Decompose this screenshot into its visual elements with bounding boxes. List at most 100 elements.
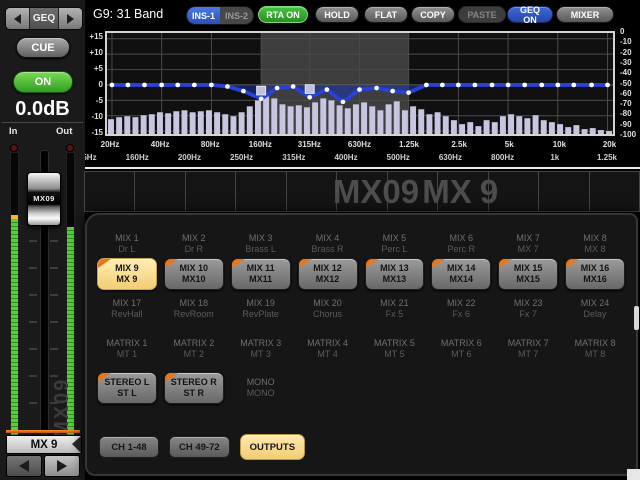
hold-button[interactable]: HOLD (315, 6, 359, 23)
channel-label-mix-23: MIX 23Fx 7 (498, 295, 558, 323)
tick-label: +15 (84, 32, 103, 41)
channel-label-mix-21: MIX 21Fx 5 (365, 295, 425, 323)
underlying-screen-fragment (627, 469, 640, 480)
channel-l2: MX16 (583, 274, 607, 285)
channel-prev-button[interactable] (6, 455, 42, 477)
geq-rta-plot[interactable] (107, 33, 613, 134)
selected-channel-sidebar: GEQ CUE ON 0.0dB In Out MX09 MX09 MX 9 (0, 0, 86, 480)
tab-ch-49-72[interactable]: CH 49-72 (169, 436, 230, 458)
channel-button-mix-9[interactable]: MIX 9MX 9 (97, 258, 157, 290)
channel-label-mono: MONOMONO (231, 374, 291, 402)
channel-label-matrix-5: MATRIX 5MT 5 (365, 335, 425, 363)
channel-button-mix-11[interactable]: MIX 11MX11 (231, 258, 291, 290)
channel-l2: MX15 (516, 274, 540, 285)
sidebar-divider (2, 122, 83, 123)
tick-label: -15 (84, 128, 103, 137)
mixer-button[interactable]: MIXER (556, 6, 614, 23)
channel-select-row-1: MIX 1Dr LMIX 2Dr RMIX 3Brass LMIX 4Brass… (97, 230, 625, 258)
channel-l2: MT 5 (384, 349, 404, 360)
channel-button-mix-10[interactable]: MIX 10MX10 (164, 258, 224, 290)
tick-label: +10 (84, 48, 103, 57)
tick-label: -20 (620, 48, 632, 57)
channel-button-mix-12[interactable]: MIX 12MX12 (298, 258, 358, 290)
rta-on-button[interactable]: RTA ON (258, 6, 308, 23)
tab-outputs[interactable]: OUTPUTS (240, 434, 305, 460)
cue-button[interactable]: CUE (16, 37, 70, 58)
channel-next-button[interactable] (44, 455, 80, 477)
fader-tick (29, 294, 37, 296)
tab-ch-1-48[interactable]: CH 1-48 (99, 436, 159, 458)
rta-axis-labels: 0-10-20-30-40-50-60-70-80-90-100 (618, 0, 640, 145)
channel-button-mix-15[interactable]: MIX 15MX15 (498, 258, 558, 290)
channel-l1: MIX 3 (249, 233, 273, 244)
corner-wedge-icon (432, 259, 445, 268)
tab-ins-1[interactable]: INS-1 (187, 7, 220, 24)
channel-l1: MATRIX 5 (374, 338, 415, 349)
tick-label: 400Hz (334, 153, 357, 162)
paste-button[interactable]: PASTE (458, 6, 506, 23)
flat-button[interactable]: FLAT (364, 6, 408, 23)
channel-l1: MIX 22 (447, 298, 476, 309)
channel-button-mix-13[interactable]: MIX 13MX13 (365, 258, 425, 290)
channel-l2: MX10 (182, 274, 206, 285)
channel-l1: MIX 4 (316, 233, 340, 244)
corner-wedge-icon (499, 259, 512, 268)
tick-label: 315Hz (282, 153, 305, 162)
name-cell (235, 171, 286, 212)
channel-label-mix-24: MIX 24Delay (565, 295, 625, 323)
input-meter-peak-segment (11, 215, 18, 219)
channel-l2: RevHall (111, 309, 143, 320)
fader-tick (50, 240, 58, 242)
tab-ins-2[interactable]: INS-2 (220, 7, 253, 24)
channel-on-button[interactable]: ON (13, 71, 73, 93)
fader-tick (29, 321, 37, 323)
channel-select-popup: MIX 1Dr LMIX 2Dr RMIX 3Brass LMIX 4Brass… (85, 213, 638, 476)
channel-label-mix-22: MIX 22Fx 6 (431, 295, 491, 323)
tick-label: 125Hz (85, 153, 97, 162)
channel-label-mix-4: MIX 4Brass R (298, 230, 358, 258)
tick-label: 40Hz (151, 140, 170, 149)
channel-button-stereo-l[interactable]: STEREO LST L (97, 372, 157, 404)
tick-label: 250Hz (230, 153, 253, 162)
channel-button-stereo-r[interactable]: STEREO RST R (164, 372, 224, 404)
gain-axis-labels: +15+10+50-5-10-15 (84, 0, 103, 145)
geq-screen: GEQ CUE ON 0.0dB In Out MX09 MX09 MX 9 (0, 0, 640, 480)
channel-l2: ST L (117, 388, 137, 399)
tick-label: 160Hz (249, 140, 272, 149)
corner-wedge-icon (165, 373, 178, 382)
name-cell (84, 171, 135, 212)
channel-label-matrix-2: MATRIX 2MT 2 (164, 335, 224, 363)
fader-tick (50, 267, 58, 269)
channel-l1: MIX 8 (583, 233, 607, 244)
tick-label: -40 (620, 68, 632, 77)
tick-label: -30 (620, 58, 632, 67)
channel-l2: RevRoom (174, 309, 214, 320)
corner-wedge-icon (232, 259, 245, 268)
channel-button-mix-14[interactable]: MIX 14MX14 (431, 258, 491, 290)
channel-label-mix-1: MIX 1Dr L (97, 230, 157, 258)
geq-on-button[interactable]: GEQ ON (507, 6, 553, 23)
tick-label: -90 (620, 120, 632, 129)
channel-l1: MIX 14 (447, 263, 476, 274)
big-channel-name: 9 (480, 171, 498, 212)
geq-rta-graph[interactable] (105, 31, 615, 136)
geq-prev-button[interactable] (6, 8, 29, 29)
fader-knob[interactable]: MX09 (27, 172, 61, 226)
copy-button[interactable]: COPY (411, 6, 455, 23)
channel-l1: MIX 17 (113, 298, 142, 309)
channel-name-plate[interactable]: MX 9 (6, 435, 82, 454)
channel-l2: MT 3 (251, 349, 271, 360)
channel-button-mix-16[interactable]: MIX 16MX16 (565, 258, 625, 290)
channel-l2: RevPlate (242, 309, 279, 320)
channel-color-bar (6, 430, 80, 433)
tick-label: 5k (505, 140, 514, 149)
fader-tick (50, 294, 58, 296)
tick-label: 160Hz (126, 153, 149, 162)
corner-wedge-icon (299, 259, 312, 268)
corner-wedge-icon (98, 259, 111, 268)
fader-tick (29, 240, 37, 242)
channel-label-mix-6: MIX 6Perc R (431, 230, 491, 258)
tick-label: -10 (84, 112, 103, 121)
channel-l1: MATRIX 6 (441, 338, 482, 349)
geq-next-button[interactable] (59, 8, 82, 29)
